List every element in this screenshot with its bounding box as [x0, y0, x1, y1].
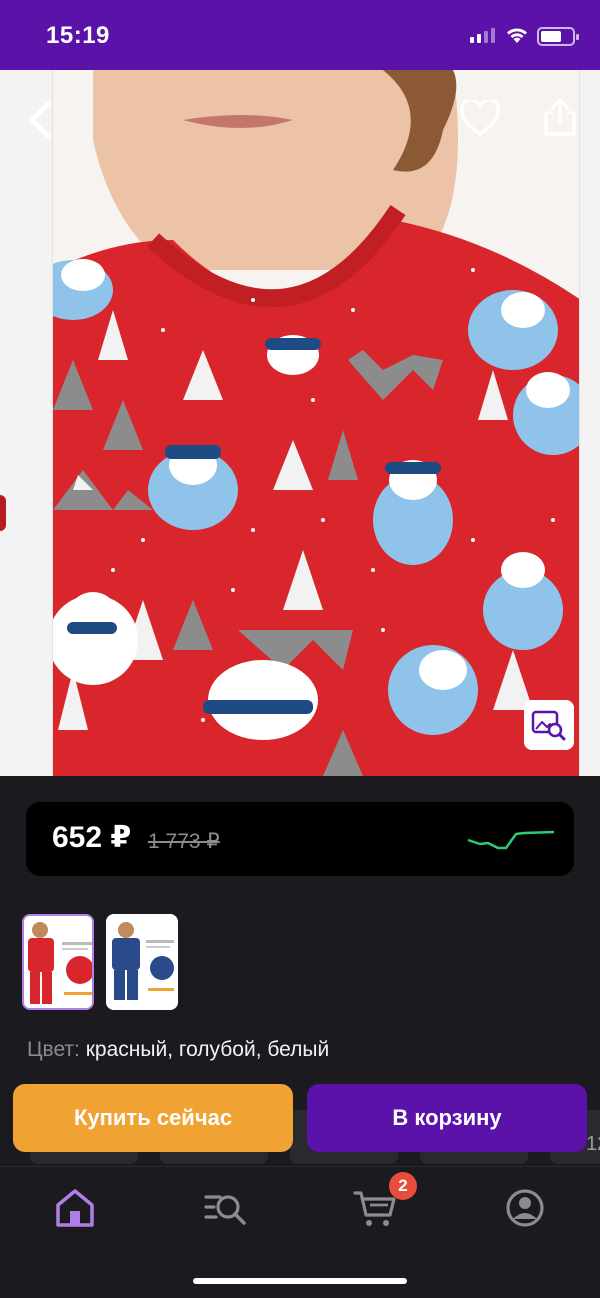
thumbnail-image	[24, 916, 92, 1008]
product-photo[interactable]	[52, 70, 580, 776]
catalog-search-icon[interactable]	[202, 1185, 248, 1231]
share-icon[interactable]	[540, 96, 580, 138]
price-card[interactable]: 652 ₽ 1 773 ₽	[26, 802, 574, 876]
product-gallery[interactable]	[0, 70, 600, 776]
cart-badge: 2	[389, 1172, 417, 1200]
image-search-icon	[531, 710, 566, 741]
home-icon[interactable]	[52, 1185, 98, 1231]
thumbnail-strip	[22, 914, 178, 1010]
color-info: Цвет: красный, голубой, белый	[27, 1038, 329, 1062]
home-indicator	[193, 1278, 407, 1284]
buy-now-button[interactable]: Купить сейчас	[13, 1084, 293, 1152]
thumbnail-red-pajama[interactable]	[22, 914, 94, 1010]
heart-icon[interactable]	[460, 100, 500, 138]
color-label: Цвет:	[27, 1038, 80, 1061]
product-photo-illustration	[53, 70, 579, 776]
add-to-cart-button[interactable]: В корзину	[307, 1084, 587, 1152]
color-value: красный, голубой, белый	[85, 1038, 330, 1061]
old-price: 1 773 ₽	[148, 830, 220, 853]
wifi-icon	[507, 28, 527, 43]
price-history-icon[interactable]	[466, 822, 556, 856]
visual-search-button[interactable]	[524, 700, 574, 750]
thumbnail-image	[106, 914, 178, 1010]
cellular-signal-icon	[470, 28, 495, 43]
back-icon[interactable]	[24, 100, 60, 140]
status-bar: 15:19	[0, 0, 600, 70]
status-time: 15:19	[46, 22, 110, 49]
battery-fill	[541, 31, 561, 42]
thumbnail-blue-pajama[interactable]	[106, 914, 178, 1010]
current-price: 652 ₽	[52, 821, 132, 854]
battery-icon	[537, 27, 579, 46]
previous-photo-peek	[0, 495, 6, 531]
profile-icon[interactable]	[502, 1185, 548, 1231]
